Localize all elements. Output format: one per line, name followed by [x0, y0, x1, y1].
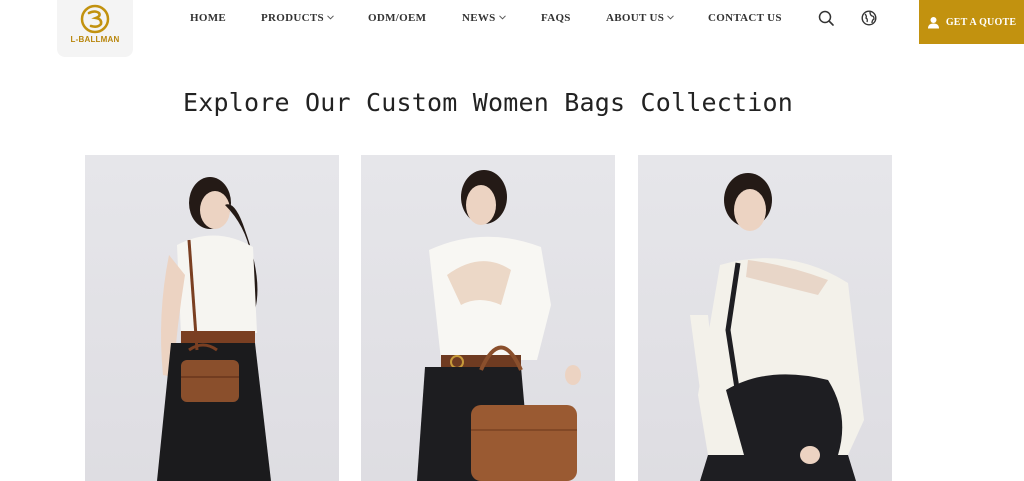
- search-icon[interactable]: [818, 10, 835, 32]
- user-icon: [927, 16, 939, 28]
- product-card[interactable]: [361, 155, 615, 481]
- chevron-down-icon: [327, 15, 334, 20]
- product-image: [417, 170, 581, 481]
- nav-label: HOME: [190, 12, 227, 24]
- nav-item-odm-oem[interactable]: ODM/OEM: [368, 12, 426, 24]
- globe-icon[interactable]: [861, 10, 877, 31]
- logo-mark-icon: [80, 4, 110, 34]
- nav-label: PRODUCTS: [261, 12, 324, 24]
- nav-item-faqs[interactable]: FAQS: [541, 12, 571, 24]
- site-header: L-BALLMAN HOME PRODUCTS ODM/OEM NEWS FAQ…: [0, 0, 1024, 57]
- nav-label: FAQS: [541, 12, 571, 24]
- nav-label: ODM/OEM: [368, 12, 427, 24]
- nav-item-contact-us[interactable]: CONTACT US: [708, 12, 782, 24]
- get-a-quote-button[interactable]: GET A QUOTE: [919, 0, 1024, 44]
- page-title: Explore Our Custom Women Bags Collection: [182, 88, 794, 117]
- nav-item-home[interactable]: HOME: [190, 12, 226, 24]
- nav-item-news[interactable]: NEWS: [462, 12, 506, 24]
- logo-text: L-BALLMAN: [70, 35, 120, 44]
- product-card[interactable]: [638, 155, 892, 481]
- chevron-down-icon: [667, 15, 674, 20]
- nav-label: NEWS: [462, 12, 496, 24]
- nav-item-about-us[interactable]: ABOUT US: [606, 12, 674, 24]
- nav-item-products[interactable]: PRODUCTS: [261, 12, 334, 24]
- product-image: [157, 177, 271, 481]
- nav-label: ABOUT US: [606, 12, 665, 24]
- product-image: [690, 173, 864, 481]
- chevron-down-icon: [498, 15, 506, 20]
- brand-logo[interactable]: L-BALLMAN: [57, 0, 133, 57]
- get-a-quote-label: GET A QUOTE: [945, 16, 1017, 28]
- nav-label: CONTACT US: [708, 12, 782, 24]
- product-card[interactable]: [85, 155, 339, 481]
